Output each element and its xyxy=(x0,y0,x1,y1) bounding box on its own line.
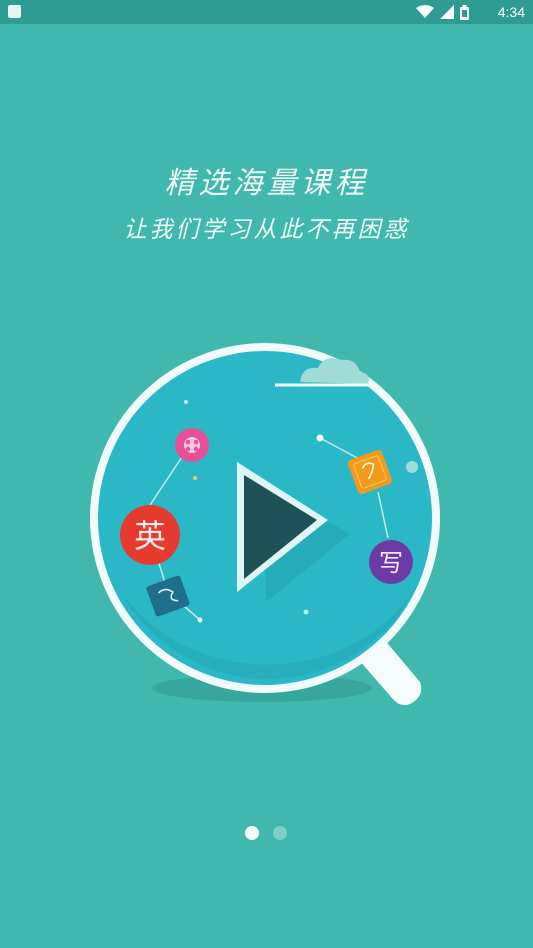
page-title: 精选海量课程 xyxy=(164,166,369,201)
page-indicator-dot-2[interactable] xyxy=(273,826,287,840)
battery-icon xyxy=(460,4,469,20)
clock: 4:34 xyxy=(497,4,525,20)
writing-badge-label: 写 xyxy=(379,549,403,577)
page-indicator xyxy=(0,826,533,842)
video-icon xyxy=(175,428,209,462)
wifi-icon xyxy=(416,5,434,18)
page-indicator-dot-1[interactable] xyxy=(245,826,259,840)
app-notification-icon xyxy=(8,5,21,18)
page-subtitle: 让我们学习从此不再困惑 xyxy=(123,217,410,243)
status-bar: 4:34 xyxy=(0,0,533,24)
english-badge-label: 英 xyxy=(134,517,166,555)
signal-icon xyxy=(440,5,454,19)
course-illustration: 英 写 xyxy=(90,343,440,706)
